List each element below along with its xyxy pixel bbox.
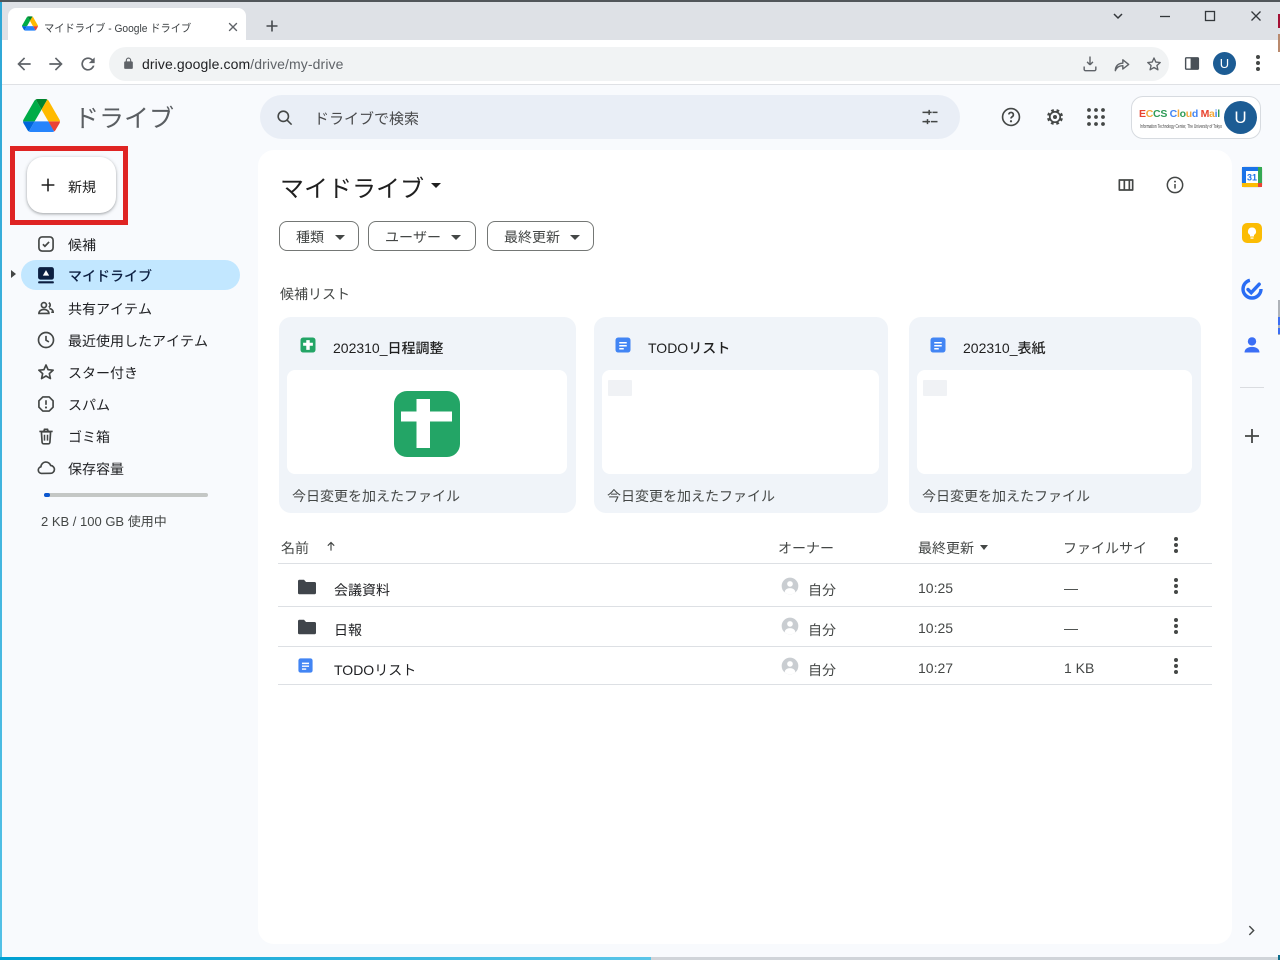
svg-text:31: 31 bbox=[1247, 173, 1257, 183]
